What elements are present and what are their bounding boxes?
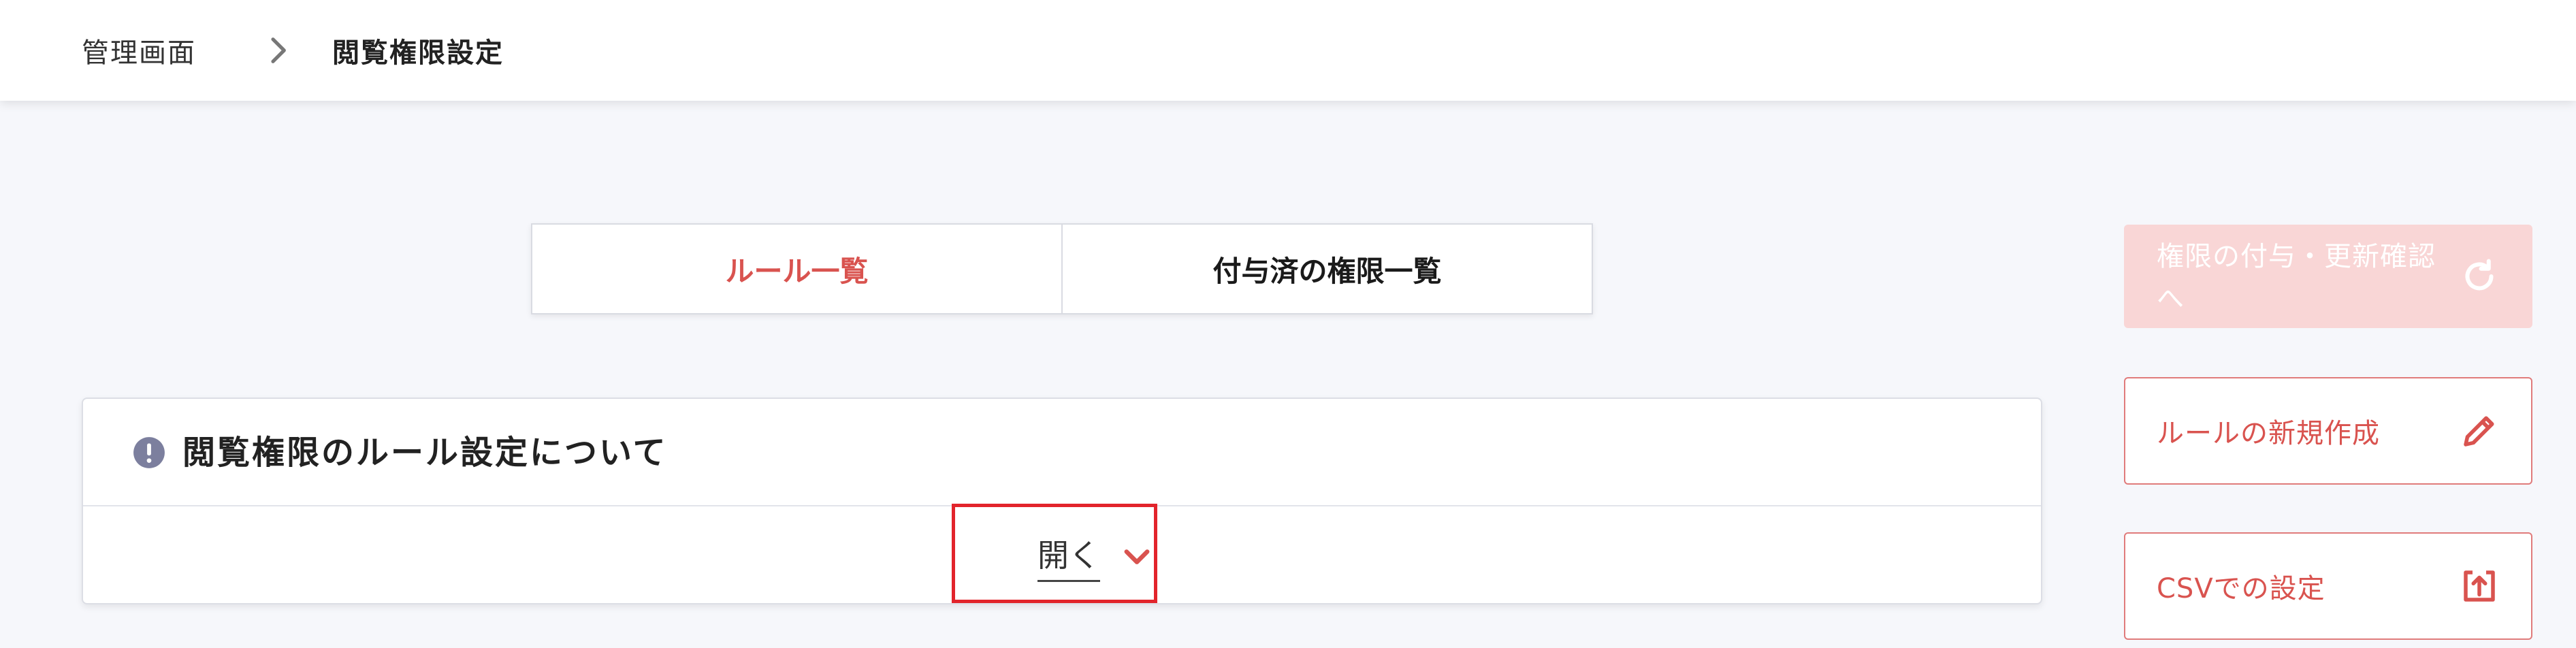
new-rule-button[interactable]: ルールの新規作成 xyxy=(2124,377,2532,485)
expand-toggle[interactable]: 開く xyxy=(953,506,1239,606)
rule-info-header: 閲覧権限のルール設定について xyxy=(83,399,2041,506)
rule-info-title: 閲覧権限のルール設定について xyxy=(182,434,668,472)
expand-toggle-label: 開く xyxy=(1037,531,1100,582)
breadcrumb-root[interactable]: 管理画面 xyxy=(82,31,196,70)
upload-icon xyxy=(2464,570,2495,602)
csv-settings-button[interactable]: CSVでの設定 xyxy=(2124,532,2532,640)
breadcrumb-current: 閲覧権限設定 xyxy=(332,37,504,69)
top-header: 管理画面 閲覧権限設定 xyxy=(0,0,2576,101)
grant-update-button[interactable]: 権限の付与・更新確認へ xyxy=(2124,225,2532,328)
grant-update-label: 権限の付与・更新確認へ xyxy=(2157,241,2436,314)
tab-rule-list[interactable]: ルール一覧 xyxy=(532,225,1061,313)
tab-granted-permissions[interactable]: 付与済の権限一覧 xyxy=(1061,225,1592,313)
chevron-down-icon xyxy=(1124,549,1150,564)
exclamation-circle-icon xyxy=(133,437,165,468)
refresh-icon xyxy=(2465,259,2494,291)
chevron-right-icon xyxy=(271,37,286,63)
rule-info-panel: 閲覧権限のルール設定について 開く xyxy=(82,398,2042,604)
pencil-icon xyxy=(2464,416,2494,447)
csv-settings-label: CSVでの設定 xyxy=(2157,573,2325,604)
view-tabs: ルール一覧 付与済の権限一覧 xyxy=(531,223,1593,314)
new-rule-label: ルールの新規作成 xyxy=(2157,418,2380,449)
